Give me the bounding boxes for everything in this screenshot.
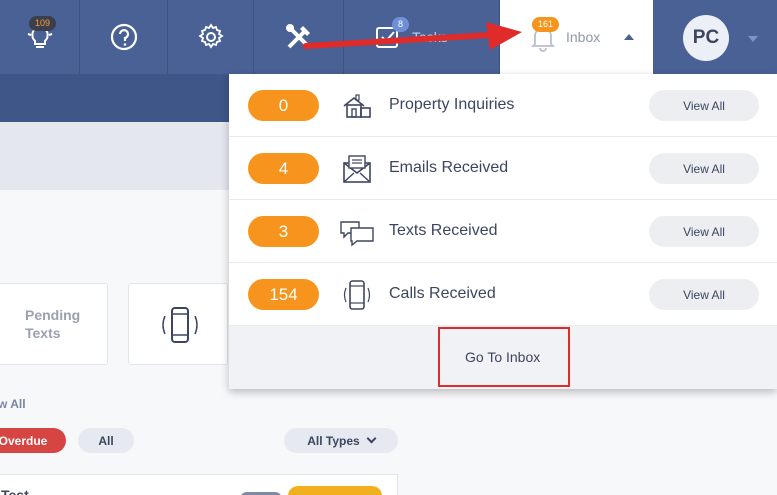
avatar[interactable]: PC (683, 15, 729, 61)
all-types-dropdown[interactable]: All Types (284, 428, 398, 453)
ideas-badge: 109 (29, 16, 57, 31)
mobile-phone-icon (162, 307, 198, 343)
pending-texts-card[interactable]: Pending Texts (0, 283, 108, 365)
settings-button[interactable] (168, 0, 254, 74)
ideas-button[interactable]: 109 (0, 0, 80, 74)
view-all-button[interactable]: View All (649, 216, 759, 247)
caret-up-icon (624, 34, 634, 40)
task-card-title: Test (1, 487, 29, 495)
house-icon (343, 94, 371, 118)
view-all-button[interactable]: View All (649, 90, 759, 121)
view-all-button[interactable]: View All (649, 153, 759, 184)
highlight-box (438, 327, 570, 387)
chevron-down-icon (366, 433, 377, 444)
help-icon (110, 23, 137, 51)
mobile-phone-icon (343, 280, 371, 310)
inbox-label: Inbox (566, 29, 601, 45)
task-card[interactable]: Test (0, 474, 398, 495)
overdue-filter[interactable]: Overdue (0, 428, 66, 453)
pending-texts-label: Pending Texts (25, 307, 81, 341)
inbox-row-property-inquiries[interactable]: 0 Property Inquiries View All (229, 74, 777, 137)
annotation-arrow-icon (303, 22, 522, 50)
calls-card[interactable] (128, 283, 228, 365)
inbox-badge: 161 (532, 17, 560, 32)
count-badge: 3 (248, 216, 319, 247)
row-label: Property Inquiries (389, 96, 515, 113)
count-badge: 0 (248, 90, 319, 121)
gear-icon (197, 23, 224, 49)
view-all-button[interactable]: View All (649, 279, 759, 310)
inbox-row-emails-received[interactable]: 4 Emails Received View All (229, 137, 777, 200)
count-badge: 154 (248, 279, 319, 310)
row-label: Calls Received (389, 285, 496, 302)
inbox-row-texts-received[interactable]: 3 Texts Received View All (229, 200, 777, 263)
all-types-label: All Types (307, 433, 360, 448)
view-all-link[interactable]: iew All (0, 397, 26, 411)
row-label: Emails Received (389, 159, 509, 176)
count-badge: 4 (248, 153, 319, 184)
chat-bubbles-icon (340, 221, 374, 247)
user-menu[interactable]: PC (653, 0, 777, 74)
all-filter[interactable]: All (78, 428, 134, 453)
caret-down-icon (748, 36, 758, 42)
task-status-button[interactable] (288, 486, 382, 495)
row-label: Texts Received (389, 222, 498, 239)
envelope-icon (343, 155, 371, 183)
help-button[interactable] (80, 0, 168, 74)
inbox-row-calls-received[interactable]: 154 Calls Received View All (229, 263, 777, 326)
